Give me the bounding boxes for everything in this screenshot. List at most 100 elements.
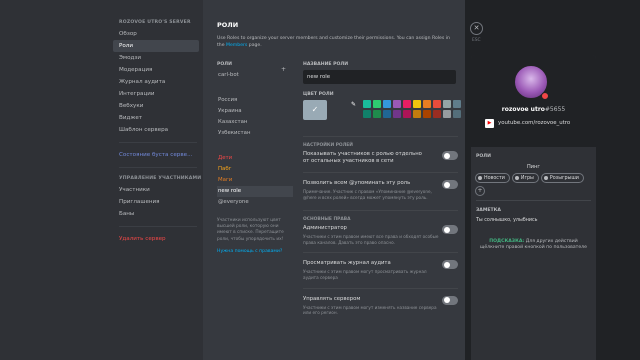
members-link[interactable]: Members [226,43,247,48]
divider [303,287,458,289]
color-swatch[interactable] [373,100,381,108]
sidebar-item-widget[interactable]: Виджет [113,112,199,124]
color-swatch[interactable] [453,110,461,118]
protip: ПОДСКАЗКА: Для других действий щёлкните … [471,239,596,251]
eyedropper-icon[interactable]: ✎ [351,101,356,108]
sidebar-item-emoji[interactable]: Эмодзи [113,52,199,64]
youtube-icon: ▶ [485,119,494,128]
close-icon[interactable]: ✕ [470,22,483,35]
divider [119,142,197,143]
sidebar-item-webhooks[interactable]: Вебхуки [113,100,199,112]
role-item[interactable]: Россия [217,95,293,106]
color-swatch[interactable] [403,110,411,118]
color-swatch[interactable] [423,110,431,118]
role-item[interactable]: Дети [217,153,293,164]
perm-title: Просматривать журнал аудита [303,260,391,267]
permissions-help-link[interactable]: Нужна помощь с правами? [217,249,293,254]
perm-administrator: Администратор Участники с этим правом им… [303,225,458,245]
role-item[interactable]: Узбекистан [217,128,293,139]
color-swatch[interactable] [443,100,451,108]
color-swatch[interactable] [363,100,371,108]
perm-desc: Участники с этим правом имеют все права … [303,234,439,245]
color-swatch[interactable] [453,100,461,108]
youtube-connection[interactable]: ▶ youtube.com/rozovoe_utro [485,119,585,129]
sidebar-item-boost-status[interactable]: Состояние буста серве... [113,149,199,161]
user-profile-popout: rozovoe utro#5655 ▶ youtube.com/rozovoe_… [471,55,596,360]
color-swatch[interactable] [433,100,441,108]
sidebar-item-template[interactable]: Шаблон сервера [113,124,199,136]
perm-desc: Участники с этим правом могут просматрив… [303,269,427,280]
role-item[interactable]: carl-bot [217,70,293,81]
role-item[interactable]: Казахстан [217,117,293,128]
settings-sidebar: ROZOVOE UTRO'S SERVER Обзор Роли Эмодзи … [0,0,203,360]
role-pill-label: Новости [484,175,505,181]
color-swatch[interactable] [413,110,421,118]
role-item[interactable]: @everyone [217,197,293,208]
role-item[interactable]: Маги [217,175,293,186]
administrator-toggle[interactable] [442,225,458,235]
role-pills: Новости Игры Розыгрыши + [471,170,596,196]
role-color-dot [514,176,519,180]
color-swatch[interactable] [433,110,441,118]
sidebar-item-bans[interactable]: Баны [113,208,199,220]
setting-hoist: Показывать участников с ролью отдельно о… [303,151,458,165]
server-heading: ROZOVOE UTRO'S SERVER [119,20,191,25]
role-pill[interactable]: Новости [475,173,510,183]
members-heading: УПРАВЛЕНИЕ УЧАСТНИКАМИ [119,176,202,181]
color-swatch[interactable] [413,100,421,108]
discriminator: #5655 [544,106,566,113]
username-name: rozovoe utro [501,106,545,113]
sidebar-item-integrations[interactable]: Интеграции [113,88,199,100]
delete-server-button[interactable]: Удалить сервер [113,233,199,245]
color-swatch[interactable] [443,110,451,118]
role-item-selected[interactable]: new role [217,186,293,197]
color-swatch[interactable] [393,100,401,108]
role-pill-label: Игры [520,175,534,181]
color-swatch[interactable] [383,110,391,118]
perm-title: Управлять сервером [303,295,361,302]
profile-header: rozovoe utro#5655 ▶ youtube.com/rozovoe_… [471,55,596,147]
default-color-swatch[interactable]: ✓ [303,100,327,120]
color-swatches [363,100,461,118]
color-swatch[interactable] [373,110,381,118]
sidebar-item-moderation[interactable]: Модерация [113,64,199,76]
protip-lead: ПОДСКАЗКА: [489,239,525,244]
username: rozovoe utro#5655 [471,106,596,113]
sidebar-item-audit-log[interactable]: Журнал аудита [113,76,199,88]
sidebar-item-members[interactable]: Участники [113,184,199,196]
perm-title: Администратор [303,225,347,232]
role-pill[interactable]: Розыгрыши [540,173,584,183]
audit-log-toggle[interactable] [442,260,458,270]
divider [119,167,197,168]
sidebar-item-roles[interactable]: Роли [113,40,199,52]
color-swatch[interactable] [393,110,401,118]
youtube-link[interactable]: youtube.com/rozovoe_utro [498,120,570,126]
color-picker-row: ✓ ✎ [303,100,461,126]
role-item[interactable]: Пабг [217,164,293,175]
sidebar-item-invites[interactable]: Приглашения [113,196,199,208]
color-swatch[interactable] [383,100,391,108]
color-swatch[interactable] [363,110,371,118]
setting-title: Показывать участников с ролью отдельно о… [303,151,422,164]
perm-desc: Участники с этим правом могут изменять н… [303,304,437,316]
note-text[interactable]: Ты солнышко, улыбнись [471,218,596,223]
roles-settings-panel: РОЛИ Use Roles to organize your server m… [203,0,465,360]
manage-server-toggle[interactable] [442,295,458,305]
role-pill[interactable]: Игры [511,173,539,183]
color-swatch[interactable] [423,100,431,108]
role-name-label: НАЗВАНИЕ РОЛИ [303,62,349,67]
roles-note: Участники используют цвет высшей роли, к… [217,218,284,242]
color-swatch[interactable] [403,100,411,108]
divider [303,136,458,137]
perm-view-audit-log: Просматривать журнал аудита Участники с … [303,260,458,280]
role-settings-heading: НАСТРОЙКИ РОЛЕЙ [303,143,353,148]
hoist-toggle[interactable] [442,151,458,160]
add-role-icon[interactable]: + [475,186,485,196]
divider [476,200,591,201]
role-name-input[interactable]: new role [303,70,456,84]
divider [303,210,458,212]
sidebar-item-overview[interactable]: Обзор [113,28,199,40]
setting-title: Позволить всем @упоминать эту роль [303,180,411,186]
role-item[interactable]: Украина [217,106,293,117]
mentionable-toggle[interactable] [442,180,458,189]
